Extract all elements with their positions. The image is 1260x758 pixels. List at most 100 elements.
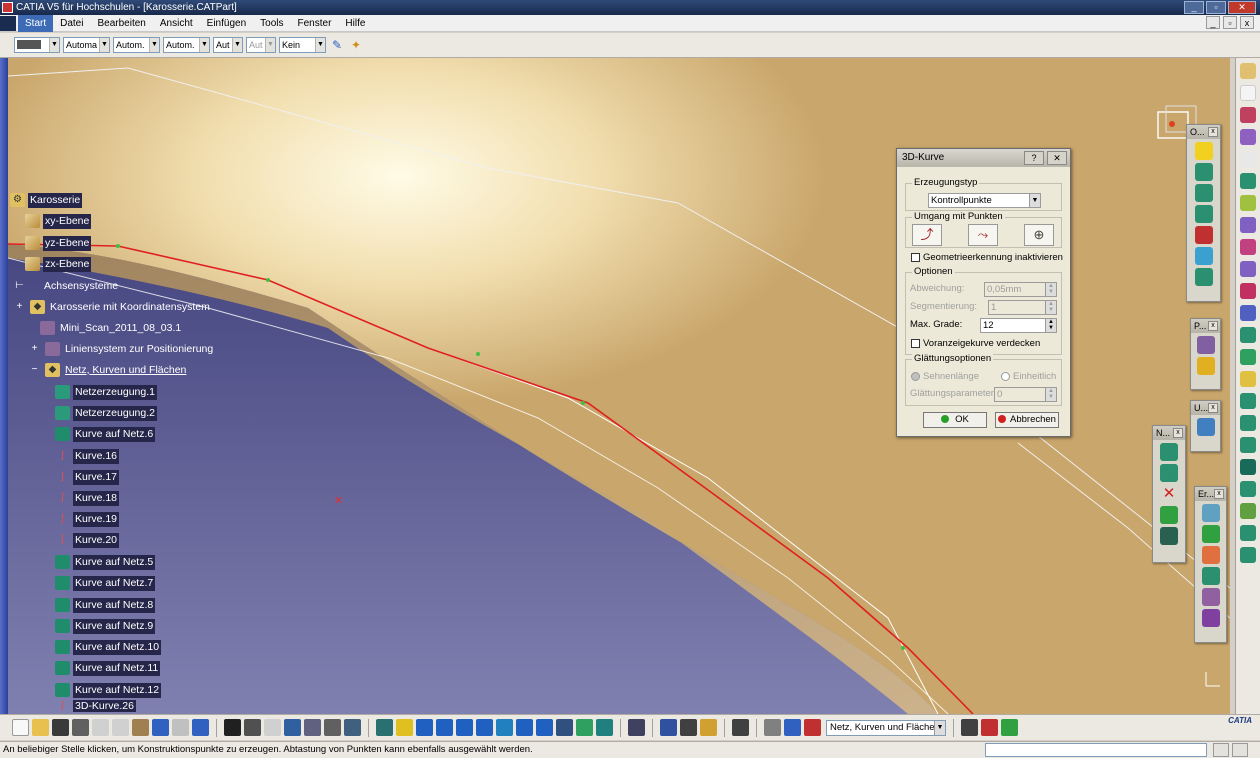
command-input[interactable]: [985, 743, 1207, 757]
menu-hilfe[interactable]: Hilfe: [338, 15, 372, 32]
boundary-icon[interactable]: [1240, 349, 1256, 365]
hide-show-icon[interactable]: [576, 719, 593, 736]
tree-node-mesh-curves-surfaces[interactable]: − ◆ Netz, Kurven und Flächen: [27, 362, 188, 378]
tree-node-curve-on-mesh-7[interactable]: Kurve auf Netz.7: [55, 575, 156, 591]
toolbar-title[interactable]: P... x: [1191, 319, 1220, 333]
menu-fenster[interactable]: Fenster: [291, 15, 339, 32]
help-button[interactable]: ?: [1024, 151, 1044, 165]
tree-node-xy-plane[interactable]: xy-Ebene: [25, 213, 92, 229]
line-icon[interactable]: [1240, 129, 1256, 145]
copy-format-icon[interactable]: ✦: [348, 37, 364, 53]
tree-node-karosserie[interactable]: ⚙ Karosserie: [10, 192, 83, 208]
tree-node-curve-on-mesh-10[interactable]: Kurve auf Netz.10: [55, 639, 162, 655]
tree-node-curve-17[interactable]: ∫ Kurve.17: [55, 469, 120, 485]
tree-node-axis-systems[interactable]: ⊢ Achsensysteme: [12, 278, 120, 294]
doc-minimize-button[interactable]: _: [1206, 16, 1220, 29]
formula-icon[interactable]: [224, 719, 241, 736]
minimize-button[interactable]: _: [1184, 1, 1204, 14]
curve-network-icon[interactable]: [1201, 609, 1220, 627]
zoom-in-icon[interactable]: [456, 719, 473, 736]
cube-icon[interactable]: [1194, 226, 1213, 244]
mesh-smoothing-icon[interactable]: [1160, 506, 1178, 524]
free-constrain-point-icon[interactable]: ⊕: [1024, 224, 1054, 246]
rotate-view-icon[interactable]: [436, 719, 453, 736]
fillet-icon[interactable]: [1240, 393, 1256, 409]
linetype-combo[interactable]: Autom. ▼: [163, 37, 210, 53]
update-icon[interactable]: [628, 719, 645, 736]
status-button-1[interactable]: [1213, 743, 1229, 757]
loft-icon[interactable]: [1240, 261, 1256, 277]
chart-icon[interactable]: [1194, 247, 1213, 265]
close-icon[interactable]: x: [1208, 403, 1218, 413]
spinner-icon[interactable]: ▲ ▼: [1045, 319, 1056, 332]
mesh-offset-icon[interactable]: [1160, 527, 1178, 545]
iso-view-icon[interactable]: [536, 719, 553, 736]
point-cloud-icon[interactable]: [1196, 336, 1215, 354]
point-icon[interactable]: [1240, 107, 1256, 123]
split-icon[interactable]: [1240, 305, 1256, 321]
close-icon[interactable]: x: [1208, 321, 1218, 331]
menu-tools[interactable]: Tools: [253, 15, 290, 32]
rotate-icon[interactable]: [1240, 437, 1256, 453]
doc-restore-button[interactable]: ▫: [1223, 16, 1237, 29]
normal-view-icon[interactable]: [496, 719, 513, 736]
shading-icon[interactable]: [556, 719, 573, 736]
mesh-cleaner-icon[interactable]: [1160, 464, 1178, 482]
measure-icon[interactable]: [660, 719, 677, 736]
restore-button[interactable]: ▫: [1206, 1, 1226, 14]
scan-curve-icon[interactable]: [1201, 546, 1220, 564]
dialog-title-bar[interactable]: 3D-Kurve ? ✕: [897, 149, 1070, 167]
surface-icon[interactable]: [1194, 205, 1213, 223]
magnet-icon[interactable]: [1194, 142, 1213, 160]
tree-node-line-system[interactable]: + Liniensystem zur Positionierung: [27, 341, 215, 357]
affinity-icon[interactable]: [1240, 503, 1256, 519]
cancel-button[interactable]: Abbrechen: [995, 412, 1059, 428]
tree-node-body-with-coordsys[interactable]: + ◆ Karosserie mit Koordinatensystem: [12, 299, 212, 315]
layer-combo[interactable]: Kein ▼: [279, 37, 326, 53]
close-icon[interactable]: x: [1173, 428, 1183, 438]
save-icon[interactable]: [52, 719, 69, 736]
analysis-icon[interactable]: [1194, 268, 1213, 286]
point-symbol-combo[interactable]: Aut ▼: [213, 37, 243, 53]
hide-preview-checkbox[interactable]: [911, 339, 920, 348]
tree-node-curve-on-mesh-8[interactable]: Kurve auf Netz.8: [55, 597, 156, 613]
tree-node-mini-scan[interactable]: Mini_Scan_2011_08_03.1: [40, 320, 183, 336]
color-combo[interactable]: ▼: [14, 37, 60, 53]
tree-node-curve-on-mesh-9[interactable]: Kurve auf Netz.9: [55, 618, 156, 634]
tree-node-zx-plane[interactable]: zx-Ebene: [25, 256, 92, 272]
catalog-icon[interactable]: [304, 719, 321, 736]
select-arrow-icon[interactable]: [1240, 85, 1256, 101]
menu-ansicht[interactable]: Ansicht: [153, 15, 200, 32]
graph-icon[interactable]: [344, 719, 361, 736]
transparency-combo[interactable]: Automa ▼: [63, 37, 110, 53]
cylinder-icon[interactable]: [1001, 719, 1018, 736]
print-icon[interactable]: [72, 719, 89, 736]
toolbar-title[interactable]: N... x: [1153, 426, 1185, 440]
sweep-icon[interactable]: [1240, 195, 1256, 211]
geometry-icon[interactable]: [804, 719, 821, 736]
capture-icon[interactable]: [732, 719, 749, 736]
whats-this-icon[interactable]: [192, 719, 209, 736]
spec-tree-icon[interactable]: [784, 719, 801, 736]
sketch-icon[interactable]: [1240, 63, 1256, 79]
invert-orientation-icon[interactable]: [1240, 547, 1256, 563]
tree-node-curve-on-mesh-11[interactable]: Kurve auf Netz.11: [55, 660, 161, 676]
transform-icon[interactable]: [1196, 418, 1215, 436]
blend-icon[interactable]: [1201, 588, 1220, 606]
toolbar-title[interactable]: O... x: [1187, 125, 1220, 139]
tools-icon[interactable]: [961, 719, 978, 736]
doc-close-button[interactable]: x: [1240, 16, 1254, 29]
tree-node-curve-on-mesh-5[interactable]: Kurve auf Netz.5: [55, 554, 156, 570]
fill-icon[interactable]: [1240, 217, 1256, 233]
toolbar-title[interactable]: Er... x: [1195, 487, 1226, 501]
fit-all-icon[interactable]: [396, 719, 413, 736]
translate-icon[interactable]: [1240, 415, 1256, 431]
menu-start[interactable]: Start: [18, 14, 54, 32]
cloud-icon[interactable]: [1194, 184, 1213, 202]
tree-node-mesh-2[interactable]: Netzerzeugung.2: [55, 405, 157, 421]
measure-item-icon[interactable]: [680, 719, 697, 736]
blend-surface-icon[interactable]: [1240, 239, 1256, 255]
swap-visible-icon[interactable]: [596, 719, 613, 736]
delete-icon[interactable]: ✕: [1160, 485, 1178, 503]
insert-point-icon[interactable]: ⤴: [912, 224, 942, 246]
